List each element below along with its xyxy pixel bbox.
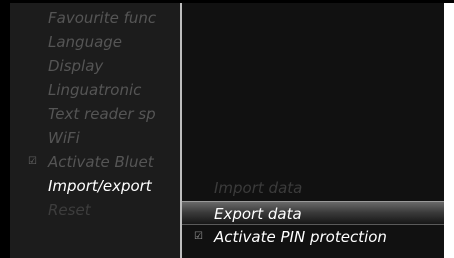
submenu-item-label: Activate PIN protection (214, 228, 387, 246)
submenu-item-activate-pin-protection[interactable]: ☑ Activate PIN protection (182, 225, 444, 249)
menu-item-label: Activate Bluet (48, 153, 154, 171)
import-export-submenu: Import data Export data ☑ Activate PIN p… (182, 3, 444, 258)
menu-item-display[interactable]: Display (10, 54, 180, 78)
menu-item-linguatronic[interactable]: Linguatronic (10, 78, 180, 102)
submenu-item-import-data[interactable]: Import data (182, 176, 444, 200)
menu-item-label: Linguatronic (48, 81, 142, 99)
menu-item-label: Language (48, 33, 123, 51)
menu-item-label: Display (48, 57, 104, 75)
menu-item-language[interactable]: Language (10, 30, 180, 54)
submenu-item-export-data[interactable]: Export data (182, 201, 444, 225)
submenu-item-label: Export data (214, 205, 302, 223)
menu-item-label: Reset (48, 201, 91, 219)
menu-item-wifi[interactable]: WiFi (10, 126, 180, 150)
menu-item-text-reader-speed[interactable]: Text reader sp (10, 102, 180, 126)
system-settings-screen: Favourite func Language Display Linguatr… (0, 0, 454, 258)
system-menu: Favourite func Language Display Linguatr… (10, 3, 180, 258)
checkbox-checked-icon: ☑ (194, 231, 203, 242)
menu-item-label: Text reader sp (48, 105, 156, 123)
menu-item-favourite-functions[interactable]: Favourite func (10, 6, 180, 30)
menu-item-activate-bluetooth[interactable]: ☑ Activate Bluet (10, 150, 180, 174)
menu-item-label: WiFi (48, 129, 80, 147)
menu-item-reset[interactable]: Reset (10, 198, 180, 222)
screen-edge (444, 3, 454, 258)
menu-item-label: Favourite func (48, 9, 157, 27)
menu-item-import-export[interactable]: Import/export (10, 174, 180, 198)
checkbox-checked-icon: ☑ (28, 156, 37, 167)
submenu-item-label: Import data (214, 179, 303, 197)
menu-item-label: Import/export (48, 177, 152, 195)
